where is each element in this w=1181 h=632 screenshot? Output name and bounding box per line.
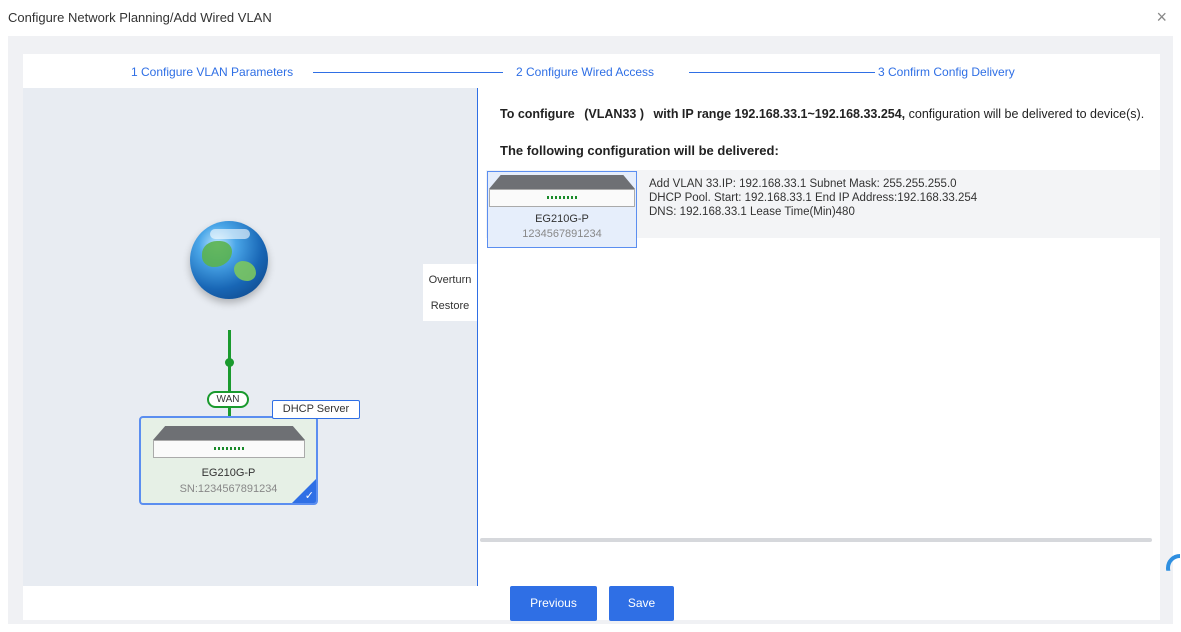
step-connector [313, 72, 503, 73]
restore-button[interactable]: Restore [423, 295, 477, 317]
config-heading: The following configuration will be deli… [500, 143, 779, 158]
device-model: EG210G-P [201, 467, 256, 479]
config-summary: To configure (VLAN33 ) with IP range 192… [500, 106, 1150, 123]
wizard-steps: 1 Configure VLAN Parameters 2 Configure … [23, 54, 1160, 88]
topology-view: WAN EG210G-P SN:1234567891234 ✓ DHCP Ser… [23, 88, 477, 586]
wan-port-label: WAN [207, 391, 249, 408]
config-preview: To configure (VLAN33 ) with IP range 192… [478, 88, 1160, 586]
previous-button[interactable]: Previous [510, 586, 597, 621]
summary-suffix: configuration will be delivered to devic… [908, 107, 1145, 121]
config-device-model: EG210G-P [535, 213, 589, 225]
overturn-button[interactable]: Overturn [423, 269, 477, 291]
internet-globe-icon [190, 221, 268, 299]
add-wired-vlan-dialog: Configure Network Planning/Add Wired VLA… [0, 0, 1181, 632]
dialog-footer: Previous Save [23, 586, 1160, 621]
topology-actions: Overturn Restore [423, 264, 477, 321]
step-connector [689, 72, 875, 73]
gateway-device-card[interactable]: EG210G-P SN:1234567891234 ✓ [139, 416, 318, 505]
dhcp-server-badge: DHCP Server [272, 400, 360, 419]
config-line: Add VLAN 33.IP: 192.168.33.1 Subnet Mask… [649, 178, 957, 190]
close-icon[interactable]: × [1156, 8, 1167, 26]
check-icon: ✓ [304, 490, 314, 502]
floating-assistant-icon[interactable] [1166, 554, 1181, 600]
config-device-card[interactable]: EG210G-P 1234567891234 [487, 171, 637, 248]
config-line: DHCP Pool. Start: 192.168.33.1 End IP Ad… [649, 192, 978, 204]
router-icon [489, 175, 635, 207]
device-serial: SN:1234567891234 [179, 483, 278, 495]
summary-prefix: To configure [500, 107, 575, 121]
router-icon [153, 426, 305, 458]
config-device-row: EG210G-P 1234567891234 Add VLAN 33.IP: 1… [486, 170, 1160, 248]
dialog-header: Configure Network Planning/Add Wired VLA… [0, 0, 1181, 36]
step-confirm-delivery[interactable]: 3 Confirm Config Delivery [878, 65, 1015, 79]
summary-ip-range: with IP range 192.168.33.1~192.168.33.25… [653, 107, 906, 121]
config-line: DNS: 192.168.33.1 Lease Time(Min)480 [649, 206, 855, 218]
summary-vlan: (VLAN33 ) [584, 107, 644, 121]
step-configure-wired-access[interactable]: 2 Configure Wired Access [516, 65, 654, 79]
config-device-serial: 1234567891234 [522, 228, 602, 240]
save-button[interactable]: Save [609, 586, 674, 621]
step-configure-vlan[interactable]: 1 Configure VLAN Parameters [131, 65, 293, 79]
dialog-title: Configure Network Planning/Add Wired VLA… [8, 10, 272, 25]
horizontal-scrollbar[interactable] [480, 538, 1152, 542]
wizard-panel: 1 Configure VLAN Parameters 2 Configure … [23, 54, 1160, 621]
wan-link-dot [225, 358, 234, 367]
config-lines: Add VLAN 33.IP: 192.168.33.1 Subnet Mask… [649, 177, 977, 219]
